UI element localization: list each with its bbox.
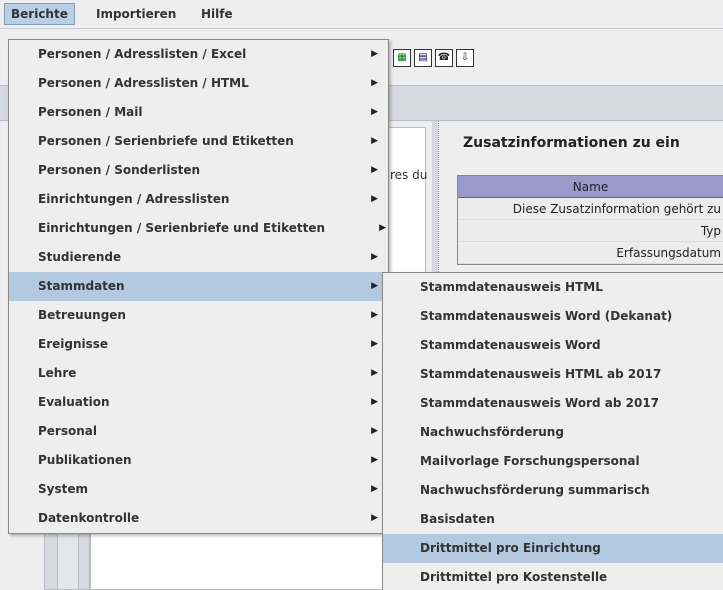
menu-item-einrichtungen-serienbriefe[interactable]: Einrichtungen / Serienbriefe und Etikett… <box>9 214 388 243</box>
menu-item-drittmittel-pro-einrichtung[interactable]: Drittmittel pro Einrichtung <box>383 534 723 563</box>
menu-item-label: Publikationen <box>38 453 132 467</box>
phone-icon[interactable]: ☎ <box>435 49 453 67</box>
menu-item-label: Lehre <box>38 366 77 380</box>
submenu-arrow-icon: ▶ <box>371 49 378 59</box>
menu-item-einrichtungen-adresslisten[interactable]: Einrichtungen / Adresslisten ▶ <box>9 185 388 214</box>
panel-title: Zusatzinformationen zu ein <box>463 135 680 151</box>
menu-item-nachwuchsfoerderung-summarisch[interactable]: Nachwuchsförderung summarisch <box>383 476 723 505</box>
menu-item-label: Personen / Sonderlisten <box>38 163 201 177</box>
menu-item-personal[interactable]: Personal ▶ <box>9 417 388 446</box>
submenu-arrow-icon: ▶ <box>371 397 378 407</box>
menu-item-mailvorlage-forschungspersonal[interactable]: Mailvorlage Forschungspersonal <box>383 447 723 476</box>
menu-item-personen-serienbriefe[interactable]: Personen / Serienbriefe und Etiketten ▶ <box>9 127 388 156</box>
word-icon[interactable]: ▤ <box>414 49 432 67</box>
submenu-arrow-icon: ▶ <box>371 339 378 349</box>
submenu-arrow-icon: ▶ <box>371 252 378 262</box>
menu-item-publikationen[interactable]: Publikationen ▶ <box>9 446 388 475</box>
menu-item-evaluation[interactable]: Evaluation ▶ <box>9 388 388 417</box>
menu-item-stammdatenausweis-word[interactable]: Stammdatenausweis Word <box>383 331 723 360</box>
table-row: Typ <box>458 220 723 242</box>
stammdaten-submenu: Stammdatenausweis HTML Stammdatenausweis… <box>382 272 723 590</box>
submenu-arrow-icon: ▶ <box>371 78 378 88</box>
menu-item-label: Personen / Adresslisten / HTML <box>38 76 249 90</box>
submenu-arrow-icon: ▶ <box>371 281 378 291</box>
submenu-arrow-icon: ▶ <box>371 165 378 175</box>
menu-item-label: Betreuungen <box>38 308 126 322</box>
menu-item-personen-adresslisten-excel[interactable]: Personen / Adresslisten / Excel ▶ <box>9 40 388 69</box>
menu-item-stammdatenausweis-html[interactable]: Stammdatenausweis HTML <box>383 273 723 302</box>
submenu-arrow-icon: ▶ <box>371 136 378 146</box>
export-icon[interactable]: ⇩ <box>456 49 474 67</box>
submenu-arrow-icon: ▶ <box>371 455 378 465</box>
menu-item-label: Personen / Mail <box>38 105 143 119</box>
menu-item-stammdatenausweis-word-2017[interactable]: Stammdatenausweis Word ab 2017 <box>383 389 723 418</box>
menu-item-drittmittel-pro-kostenstelle[interactable]: Drittmittel pro Kostenstelle <box>383 563 723 590</box>
menu-item-label: Evaluation <box>38 395 110 409</box>
menu-item-label: Datenkontrolle <box>38 511 140 525</box>
submenu-arrow-icon: ▶ <box>379 223 386 233</box>
menu-item-label: Einrichtungen / Adresslisten <box>38 192 230 206</box>
menu-berichte[interactable]: Berichte <box>4 3 75 25</box>
table-row: Diese Zusatzinformation gehört zu <box>458 198 723 220</box>
menu-item-label: Ereignisse <box>38 337 109 351</box>
menu-item-label: System <box>38 482 88 496</box>
menu-item-lehre[interactable]: Lehre ▶ <box>9 359 388 388</box>
table-row: Erfassungsdatum <box>458 242 723 264</box>
left-text-fragment: res du <box>390 168 428 182</box>
detail-table: Name Diese Zusatzinformation gehört zu T… <box>457 175 723 265</box>
menu-item-nachwuchsfoerderung[interactable]: Nachwuchsförderung <box>383 418 723 447</box>
menu-item-stammdatenausweis-html-2017[interactable]: Stammdatenausweis HTML ab 2017 <box>383 360 723 389</box>
menu-item-studierende[interactable]: Studierende ▶ <box>9 243 388 272</box>
submenu-arrow-icon: ▶ <box>371 484 378 494</box>
submenu-arrow-icon: ▶ <box>371 310 378 320</box>
menu-item-stammdaten[interactable]: Stammdaten ▶ <box>9 272 388 301</box>
submenu-arrow-icon: ▶ <box>371 513 378 523</box>
menu-item-label: Personen / Serienbriefe und Etiketten <box>38 134 294 148</box>
menu-item-personen-sonderlisten[interactable]: Personen / Sonderlisten ▶ <box>9 156 388 185</box>
menu-item-label: Studierende <box>38 250 122 264</box>
menu-item-system[interactable]: System ▶ <box>9 475 388 504</box>
menu-hilfe[interactable]: Hilfe <box>195 3 239 25</box>
menu-item-basisdaten[interactable]: Basisdaten <box>383 505 723 534</box>
menu-item-label: Personal <box>38 424 97 438</box>
submenu-arrow-icon: ▶ <box>371 368 378 378</box>
submenu-arrow-icon: ▶ <box>371 426 378 436</box>
table-header: Name <box>458 176 723 198</box>
submenu-arrow-icon: ▶ <box>371 194 378 204</box>
menu-bar: Berichte Importieren Hilfe <box>0 0 723 29</box>
menu-importieren[interactable]: Importieren <box>90 3 182 25</box>
menu-item-personen-adresslisten-html[interactable]: Personen / Adresslisten / HTML ▶ <box>9 69 388 98</box>
menu-item-label: Einrichtungen / Serienbriefe und Etikett… <box>38 221 326 235</box>
menu-item-label: Stammdaten <box>38 279 125 293</box>
menu-item-ereignisse[interactable]: Ereignisse ▶ <box>9 330 388 359</box>
menu-item-stammdatenausweis-word-dekanat[interactable]: Stammdatenausweis Word (Dekanat) <box>383 302 723 331</box>
menu-item-personen-mail[interactable]: Personen / Mail ▶ <box>9 98 388 127</box>
menu-item-betreuungen[interactable]: Betreuungen ▶ <box>9 301 388 330</box>
menu-item-datenkontrolle[interactable]: Datenkontrolle ▶ <box>9 504 388 533</box>
submenu-arrow-icon: ▶ <box>371 107 378 117</box>
excel-icon[interactable]: ▦ <box>393 49 411 67</box>
berichte-dropdown: Personen / Adresslisten / Excel ▶ Persone… <box>8 39 389 534</box>
menu-item-label: Personen / Adresslisten / Excel <box>38 47 247 61</box>
